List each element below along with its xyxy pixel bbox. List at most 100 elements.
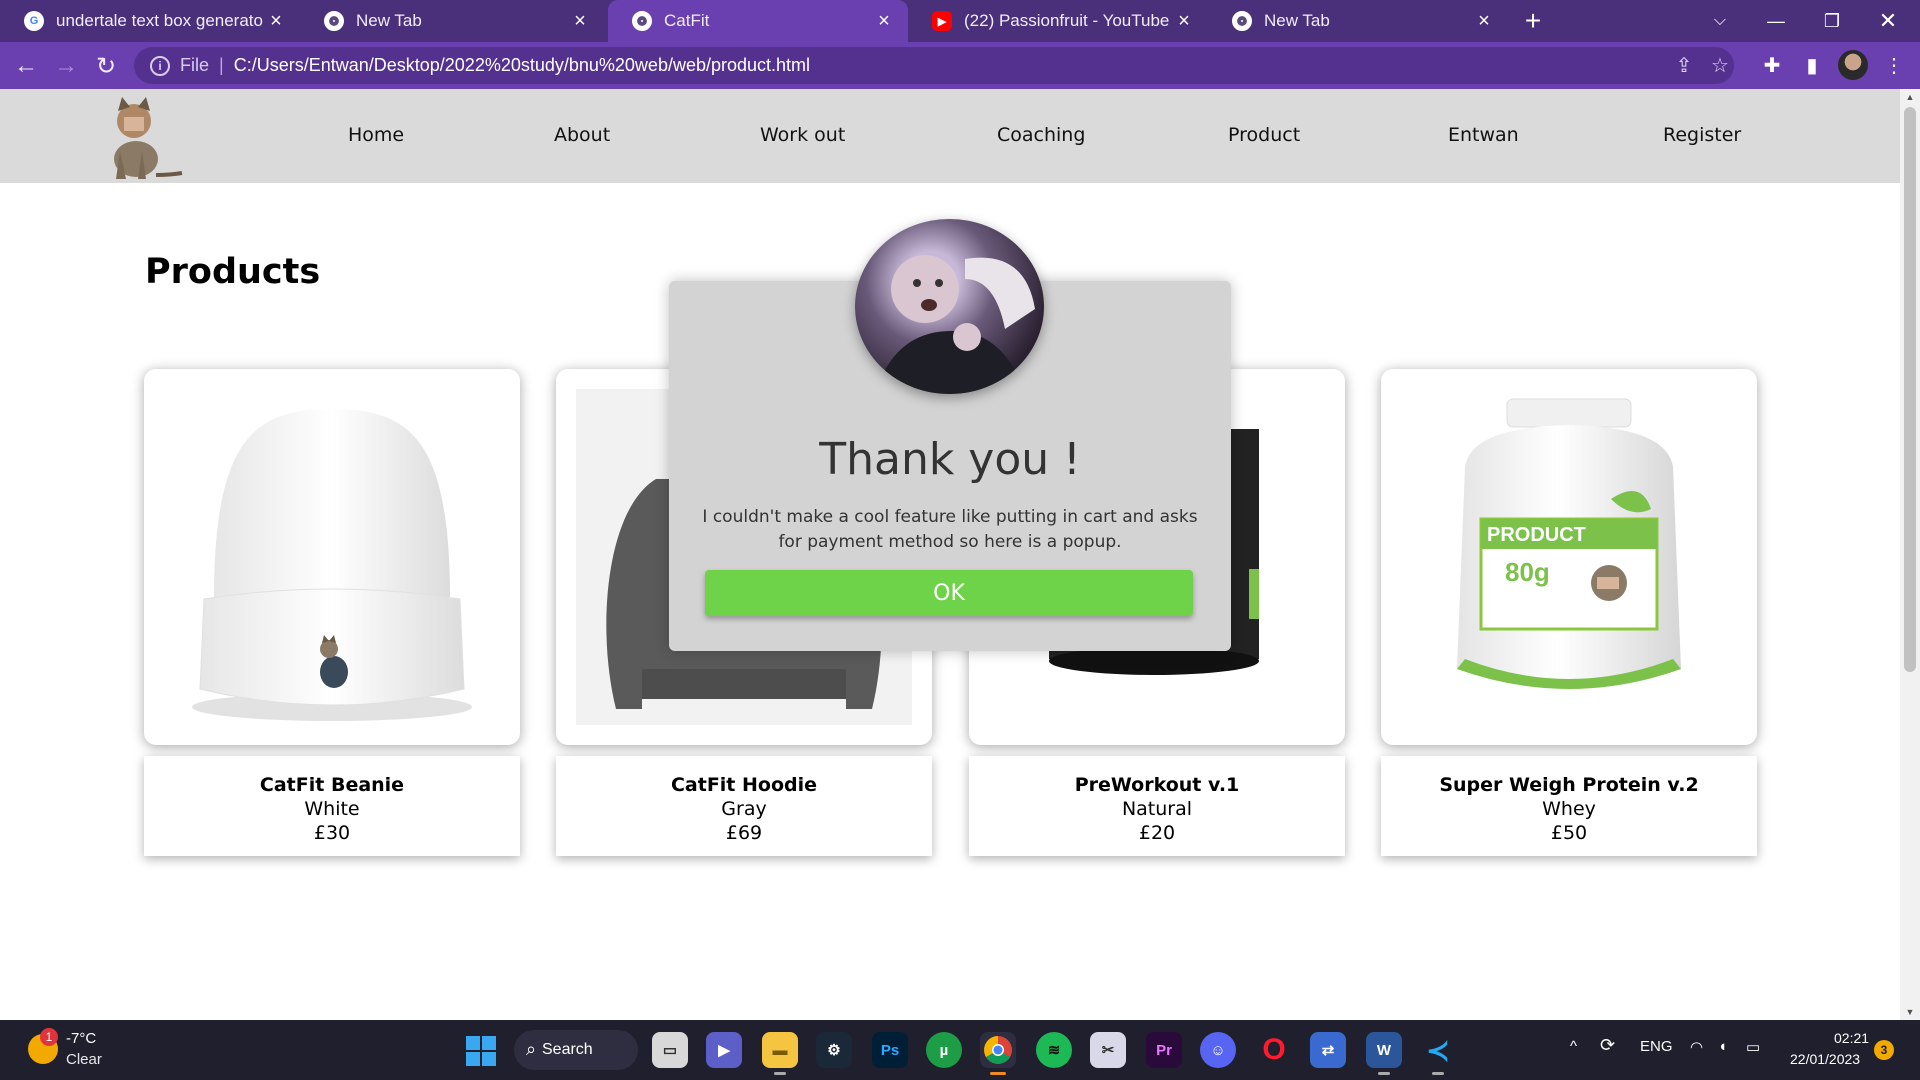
side-panel-icon[interactable]: ▮ <box>1798 52 1826 80</box>
toolbar: ← → ↻ i File | C:/Users/Entwan/Desktop/2… <box>0 42 1920 89</box>
nav-work-out[interactable]: Work out <box>760 124 845 146</box>
sync-icon[interactable]: ⟳ <box>1600 1035 1615 1056</box>
chrome-taskbar-icon[interactable] <box>980 1032 1016 1068</box>
clock-date[interactable]: 22/01/2023 <box>1790 1051 1860 1067</box>
nav-coaching[interactable]: Coaching <box>997 124 1085 146</box>
product-image-protein[interactable]: PRODUCT 80g <box>1381 369 1757 745</box>
taskbar-search[interactable]: ⌕ Search <box>514 1030 638 1070</box>
task-view-icon[interactable]: ▭ <box>652 1032 688 1068</box>
youtube-icon: ▶ <box>932 11 952 31</box>
product-info-protein: Super Weigh Protein v.2 Whey £50 <box>1381 756 1757 856</box>
chrome-icon <box>1232 11 1252 31</box>
chrome-icon <box>632 11 652 31</box>
chrome-logo <box>984 1036 1012 1064</box>
file-explorer-icon[interactable]: ▬ <box>762 1032 798 1068</box>
cat-logo[interactable] <box>96 91 186 185</box>
product-price: £69 <box>725 822 763 844</box>
tab-youtube[interactable]: ▶ (22) Passionfruit - YouTube × <box>908 0 1208 42</box>
tab-undertale[interactable]: G undertale text box generator - Go × <box>0 0 300 42</box>
product-price: £30 <box>313 822 351 844</box>
teams-icon[interactable]: ▶ <box>706 1032 742 1068</box>
new-tab-button[interactable]: + <box>1516 4 1550 38</box>
cheering-baby-image <box>875 255 1035 394</box>
product-price: £50 <box>1550 822 1588 844</box>
tab-catfit[interactable]: CatFit × <box>608 0 908 42</box>
tab-new-1[interactable]: New Tab × <box>300 0 604 42</box>
tab-search-icon[interactable]: ⌵ <box>1692 0 1748 42</box>
steam-icon[interactable]: ⚙ <box>816 1032 852 1068</box>
restore-icon[interactable]: ❐ <box>1804 0 1860 42</box>
volume-icon[interactable]: ◖ <box>1718 1038 1727 1055</box>
running-indicator <box>774 1072 786 1075</box>
protein-label-brand: PRODUCT <box>1487 524 1586 546</box>
url-text: C:/Users/Entwan/Desktop/2022%20study/bnu… <box>233 55 811 75</box>
share-icon[interactable]: ⇪ <box>1672 54 1696 78</box>
product-variant: Gray <box>721 798 767 820</box>
tab-new-2[interactable]: New Tab × <box>1208 0 1508 42</box>
reload-icon[interactable]: ↻ <box>88 48 124 84</box>
product-image-beanie[interactable] <box>144 369 520 745</box>
back-icon[interactable]: ← <box>8 48 44 84</box>
scroll-thumb[interactable] <box>1904 107 1916 672</box>
nav-entwan[interactable]: Entwan <box>1448 124 1519 146</box>
notification-badge[interactable]: 3 <box>1874 1040 1894 1060</box>
scroll-down-icon[interactable]: ▼ <box>1900 1004 1920 1020</box>
bookmark-star-icon[interactable]: ☆ <box>1708 54 1732 78</box>
minimize-icon[interactable]: — <box>1748 0 1804 42</box>
vscode-icon[interactable]: ≺ <box>1420 1032 1456 1068</box>
close-icon[interactable]: × <box>264 10 288 33</box>
weather-badge: 1 <box>40 1028 58 1046</box>
utorrent-icon[interactable]: µ <box>926 1032 962 1068</box>
nav-product[interactable]: Product <box>1228 124 1300 146</box>
site-navbar: Home About Work out Coaching Product Ent… <box>0 89 1900 183</box>
close-icon[interactable]: × <box>1472 10 1496 33</box>
site-info-icon[interactable]: i <box>150 55 170 76</box>
product-variant: White <box>304 798 360 820</box>
weather-temp: -7°C <box>66 1030 97 1047</box>
premiere-icon[interactable]: Pr <box>1146 1032 1182 1068</box>
address-bar[interactable]: i File | C:/Users/Entwan/Desktop/2022%20… <box>134 47 1734 84</box>
nav-home[interactable]: Home <box>348 124 404 146</box>
forward-icon[interactable]: → <box>48 48 84 84</box>
clock-time[interactable]: 02:21 <box>1834 1030 1869 1046</box>
photoshop-icon[interactable]: Ps <box>872 1032 908 1068</box>
tab-title: (22) Passionfruit - YouTube <box>964 11 1170 30</box>
language-indicator[interactable]: ENG <box>1640 1038 1673 1055</box>
windows-start-icon[interactable] <box>466 1036 496 1066</box>
close-icon[interactable]: × <box>568 10 592 33</box>
profile-avatar[interactable] <box>1838 50 1868 80</box>
protein-label-weight: 80g <box>1505 557 1550 587</box>
tray-overflow-icon[interactable]: ^ <box>1570 1038 1577 1055</box>
running-indicator <box>1432 1072 1444 1075</box>
scroll-up-icon[interactable]: ▲ <box>1900 89 1920 105</box>
taskbar: 1 -7°C Clear ⌕ Search ▭ ▶ ▬ ⚙ Ps µ ≋ ✂ P… <box>0 1020 1920 1080</box>
battery-icon[interactable]: ▭ <box>1746 1038 1760 1056</box>
window-close-icon[interactable]: ✕ <box>1860 0 1916 42</box>
tab-title: New Tab <box>356 11 422 30</box>
extensions-icon[interactable]: ✚ <box>1758 52 1786 80</box>
menu-kebab-icon[interactable]: ⋮ <box>1880 52 1908 80</box>
close-icon[interactable]: × <box>872 10 896 33</box>
product-info-hoodie: CatFit Hoodie Gray £69 <box>556 756 932 856</box>
nav-register[interactable]: Register <box>1663 124 1741 146</box>
active-indicator <box>990 1072 1006 1075</box>
tab-title: CatFit <box>664 11 710 30</box>
word-icon[interactable]: W <box>1366 1032 1402 1068</box>
opera-icon[interactable]: O <box>1256 1032 1292 1068</box>
snipping-tool-icon[interactable]: ✂ <box>1090 1032 1126 1068</box>
nav-about[interactable]: About <box>554 124 610 146</box>
search-label: Search <box>542 1041 593 1058</box>
google-icon: G <box>24 11 44 31</box>
wifi-icon[interactable]: ◠ <box>1690 1038 1703 1056</box>
spotify-icon[interactable]: ≋ <box>1036 1032 1072 1068</box>
product-variant: Whey <box>1542 798 1596 820</box>
popup-avatar-image <box>855 219 1044 394</box>
page-scrollbar[interactable]: ▲ ▼ <box>1900 89 1920 1020</box>
network-app-icon[interactable]: ⇄ <box>1310 1032 1346 1068</box>
close-icon[interactable]: × <box>1172 10 1196 33</box>
scheme-divider: | <box>219 55 224 75</box>
ok-button[interactable]: OK <box>705 570 1193 616</box>
discord-icon[interactable]: ☺ <box>1200 1032 1236 1068</box>
chrome-icon <box>324 11 344 31</box>
product-variant: Natural <box>1121 798 1193 820</box>
